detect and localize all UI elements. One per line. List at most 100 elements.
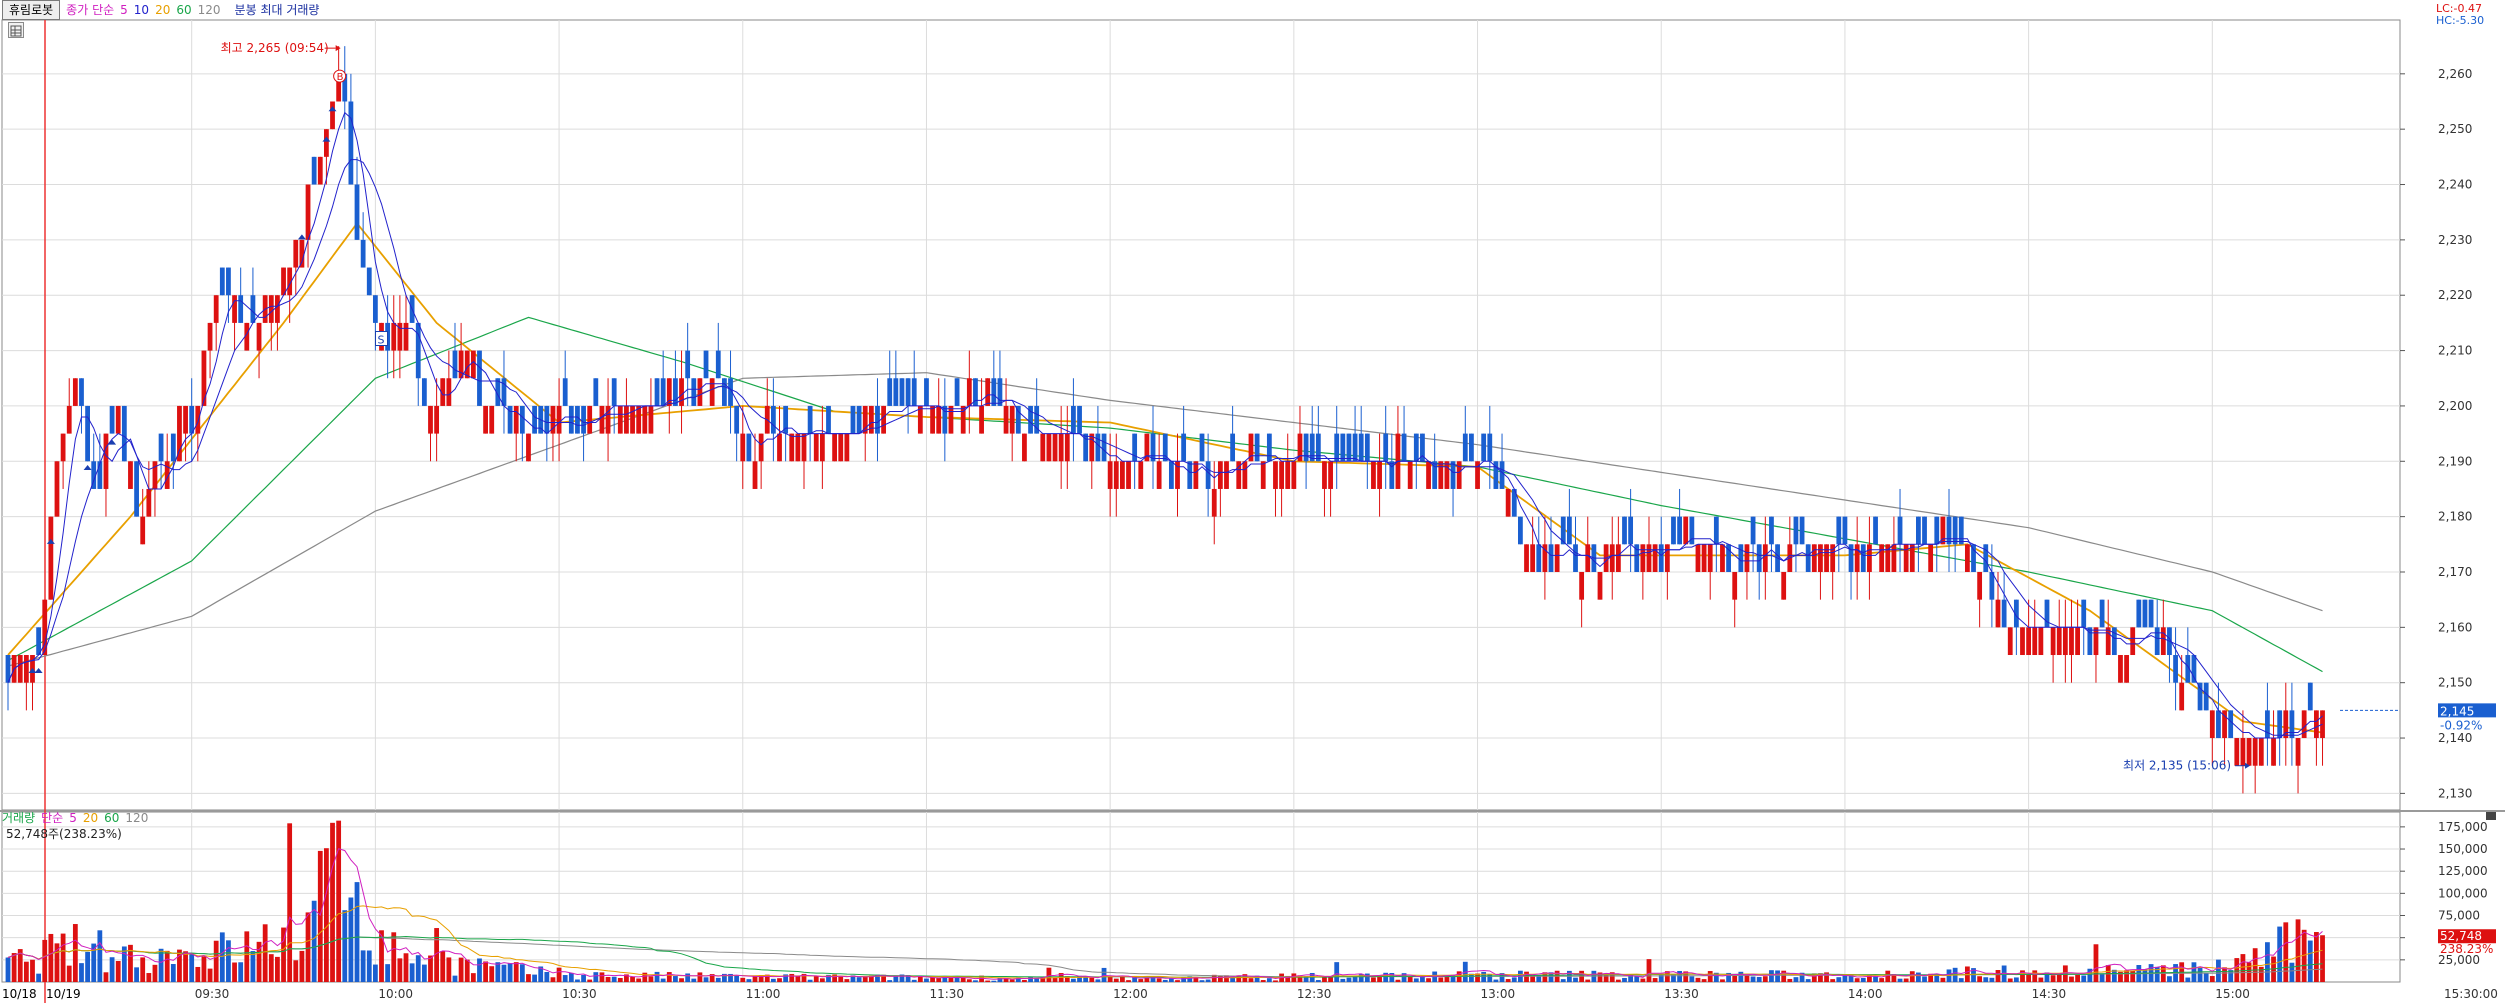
candle-body (2197, 682, 2203, 711)
panel-splitter (0, 810, 2505, 812)
candle-body (2191, 655, 2197, 683)
volume-bar (654, 971, 660, 982)
volume-bar (60, 933, 66, 982)
volume-bar (1916, 972, 1921, 982)
volume-bar (1371, 977, 1376, 982)
candle-body (1120, 461, 1125, 489)
volume-bar (42, 939, 48, 982)
volume-bar (2007, 978, 2013, 982)
candle-body (1909, 544, 1915, 572)
candle-body (801, 433, 807, 462)
candle-body (348, 101, 354, 185)
time-axis-label: 14:00 (1848, 987, 1883, 1001)
candle-body (1156, 461, 1162, 489)
volume-bar (630, 976, 635, 982)
price-tick-label: 2,230 (2438, 233, 2472, 247)
candle-body (2038, 627, 2044, 656)
volume-tick-label: 175,000 (2438, 820, 2488, 834)
candle-body (2216, 710, 2221, 739)
candle-body (1322, 461, 1327, 489)
volume-bar (1022, 979, 1027, 982)
volume-bar (385, 964, 391, 982)
candle-body (568, 405, 574, 434)
candle-body (1487, 433, 1493, 462)
volume-bar (2130, 970, 2136, 982)
chart-canvas: 2,130 2,140 2,150 2,160 2,170 2,180 2,190 2,200… (0, 0, 2505, 1003)
candle-body (703, 350, 709, 379)
volume-bar (354, 882, 360, 982)
grid-toggle-button[interactable] (8, 22, 24, 38)
candle-body (1701, 544, 1707, 572)
candle-body (1444, 461, 1450, 489)
volume-bar (2044, 972, 2050, 982)
current-price-value: 2,145 (2440, 704, 2474, 718)
ma-legend-20: 20 (155, 3, 171, 17)
candle-body (1597, 571, 1603, 600)
volume-bar (789, 973, 795, 982)
candle-body (697, 378, 703, 406)
candle-body (1285, 461, 1291, 489)
candle-body (305, 184, 311, 240)
volume-bar (917, 976, 923, 982)
volume-bar (544, 971, 550, 982)
candle-body (1040, 433, 1046, 462)
volume-bar (11, 953, 17, 982)
date-label-prev: 10/18 (2, 987, 37, 1001)
volume-bar (2234, 958, 2240, 982)
candle-body (1824, 544, 1829, 572)
price-tick-label: 2,200 (2438, 399, 2472, 413)
candle-body (213, 295, 219, 323)
volume-bar (1560, 979, 1566, 982)
candle-body (2130, 627, 2136, 656)
candle-body (1781, 571, 1787, 600)
volume-bar (97, 930, 103, 982)
candle-body (1346, 433, 1352, 462)
price-tick-label: 2,130 (2438, 786, 2472, 800)
stock-name[interactable]: 휴림로봇 (2, 0, 61, 20)
volume-bar (691, 978, 697, 982)
candle-body (856, 405, 862, 434)
candle-body (219, 267, 225, 296)
candle-body (722, 378, 727, 406)
volume-bar (1860, 977, 1866, 982)
volume-bar (415, 955, 421, 982)
candle-body (673, 378, 678, 406)
volume-bar (36, 973, 42, 982)
candle-body (452, 350, 458, 379)
candle-body (1548, 544, 1554, 572)
candle-body (526, 433, 531, 462)
volume-bar (697, 972, 703, 982)
volume-bar (109, 957, 115, 982)
volume-bar (838, 976, 844, 982)
candle-body (2105, 627, 2111, 656)
volume-bar (513, 962, 519, 982)
volume-bar (2314, 932, 2319, 982)
candle-body (654, 378, 660, 406)
volume-bar (66, 965, 72, 982)
candle-body (140, 516, 146, 545)
volume-bar (770, 978, 776, 982)
candle-body (1518, 516, 1523, 545)
volume-bar (2111, 969, 2117, 982)
candle-body (648, 405, 654, 434)
candle-body (1199, 433, 1205, 462)
volume-bar (2228, 970, 2234, 982)
candle-body (770, 405, 776, 434)
candle-body (1126, 461, 1131, 489)
candle-body (1928, 544, 1934, 572)
candle-body (2118, 655, 2123, 683)
candle-body (1964, 544, 1970, 572)
candle-body (1046, 433, 1052, 462)
volume-bar (48, 933, 54, 982)
candle-body (1058, 433, 1064, 462)
volume-bar (1089, 977, 1095, 982)
candle-body (1573, 544, 1578, 572)
candle-body (275, 295, 280, 323)
candle-body (1456, 461, 1462, 489)
candle-body (1664, 544, 1670, 572)
volume-bar (2056, 974, 2062, 982)
volume-bar (532, 974, 537, 982)
volume-bar (1585, 979, 1591, 982)
candle-body (777, 433, 782, 462)
candle-body (636, 405, 642, 434)
